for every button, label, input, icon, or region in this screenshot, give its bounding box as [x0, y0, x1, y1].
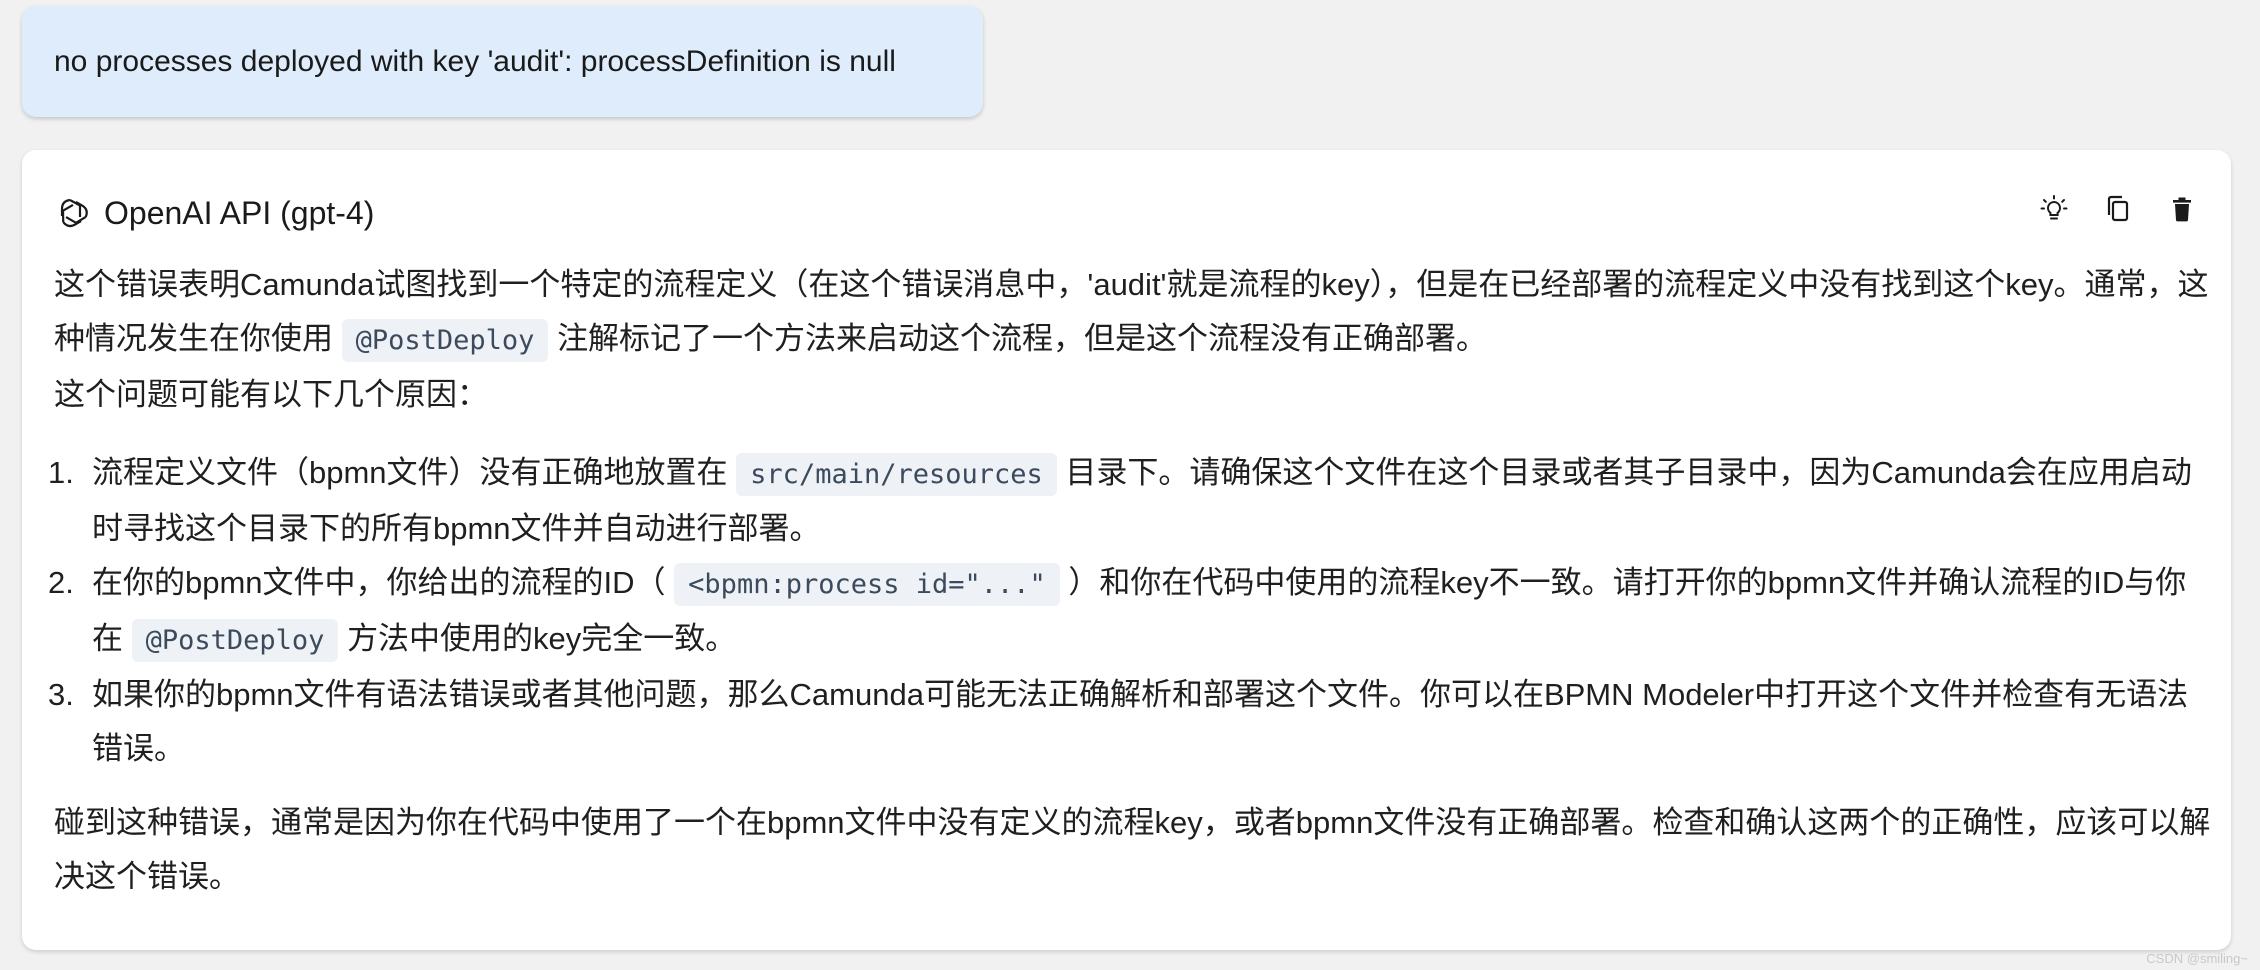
inline-code: @PostDeploy — [341, 319, 549, 362]
assistant-answer-card: OpenAI API (gpt-4) 这个错误表明Camunda试图找到一个特定… — [22, 150, 2231, 950]
inline-code: <bpmn:process id="..." — [674, 563, 1060, 606]
answer-header: OpenAI API (gpt-4) — [52, 188, 374, 238]
inline-code: @PostDeploy — [131, 619, 339, 662]
closing-paragraph: 碰到这种错误，通常是因为你在代码中使用了一个在bpmn文件中没有定义的流程key… — [54, 805, 2211, 894]
answer-actions — [2035, 190, 2201, 228]
reason-text: 流程定义文件（bpmn文件）没有正确地放置在 — [92, 455, 728, 490]
intro-paragraph: 这个错误表明Camunda试图找到一个特定的流程定义（在这个错误消息中，'aud… — [54, 258, 2214, 368]
list-number: 1. — [48, 455, 74, 490]
reason-text: 方法中使用的key完全一致。 — [347, 621, 737, 656]
answer-body: 这个错误表明Camunda试图找到一个特定的流程定义（在这个错误消息中，'aud… — [48, 258, 2214, 904]
user-message-bubble: no processes deployed with key 'audit': … — [22, 6, 983, 117]
reasons-lead: 这个问题可能有以下几个原因： — [54, 377, 488, 412]
lightbulb-icon[interactable] — [2035, 190, 2073, 228]
user-message-text: no processes deployed with key 'audit': … — [54, 44, 896, 78]
inline-code: src/main/resources — [736, 453, 1057, 496]
trash-icon[interactable] — [2163, 190, 2201, 228]
copy-icon[interactable] — [2099, 190, 2137, 228]
list-item: 3. 如果你的bpmn文件有语法错误或者其他问题，那么Camunda可能无法正确… — [48, 668, 2214, 776]
reasons-list: 1. 流程定义文件（bpmn文件）没有正确地放置在 src/main/resou… — [48, 446, 2214, 776]
reason-text: 如果你的bpmn文件有语法错误或者其他问题，那么Camunda可能无法正确解析和… — [92, 677, 2189, 766]
openai-logo-icon — [52, 192, 94, 234]
list-item: 1. 流程定义文件（bpmn文件）没有正确地放置在 src/main/resou… — [48, 446, 2214, 556]
intro-text-2: 注解标记了一个方法来启动这个流程，但是这个流程没有正确部署。 — [557, 321, 1488, 356]
list-item: 2. 在你的bpmn文件中，你给出的流程的ID（ <bpmn:process i… — [48, 556, 2214, 668]
watermark: CSDN @smiling~ — [2146, 951, 2248, 966]
list-number: 3. — [48, 677, 74, 712]
reason-text: 在你的bpmn文件中，你给出的流程的ID（ — [92, 565, 666, 600]
list-number: 2. — [48, 565, 74, 600]
provider-name: OpenAI API (gpt-4) — [104, 194, 375, 231]
